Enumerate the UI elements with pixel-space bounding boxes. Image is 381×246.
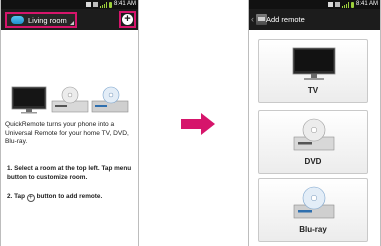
add-remote-screen: 8:41 AM ‹ Add remote TV DVD Blu-ray bbox=[248, 0, 381, 246]
remote-card-label: DVD bbox=[304, 157, 322, 166]
status-time: 8:41 AM bbox=[113, 1, 136, 7]
back-button[interactable]: ‹ bbox=[251, 13, 267, 25]
status-bar: 8:41 AM bbox=[1, 0, 138, 9]
instruction-step-1: 1. Select a room at the top left. Tap me… bbox=[7, 165, 132, 181]
signal-icon bbox=[99, 1, 107, 8]
remote-card-tv[interactable]: TV bbox=[258, 39, 368, 103]
dvd-player-icon bbox=[293, 118, 335, 151]
devices-illustration bbox=[11, 86, 129, 114]
instruction-step-2: 2. Tap + button to add remote. bbox=[7, 193, 135, 202]
add-remote-button[interactable]: + bbox=[119, 11, 136, 28]
room-selector-label: Living room bbox=[28, 15, 67, 25]
room-selector[interactable]: Living room bbox=[5, 12, 77, 28]
tv-icon bbox=[292, 47, 336, 80]
battery-icon bbox=[108, 1, 112, 8]
notification-icon bbox=[85, 2, 91, 7]
notification-icon bbox=[327, 2, 333, 7]
remote-card-dvd[interactable]: DVD bbox=[258, 110, 368, 174]
signal-icon bbox=[341, 1, 349, 8]
blu-ray-player-icon bbox=[91, 86, 129, 113]
remote-card-label: Blu-ray bbox=[299, 225, 327, 234]
blu-ray-player-icon bbox=[293, 186, 335, 219]
battery-icon bbox=[350, 1, 354, 8]
status-time: 8:41 AM bbox=[355, 1, 378, 7]
room-icon bbox=[11, 16, 24, 24]
intro-text: QuickRemote turns your phone into a Univ… bbox=[5, 121, 129, 145]
remote-card-label: TV bbox=[307, 86, 319, 95]
remote-card-blu-ray[interactable]: Blu-ray bbox=[258, 178, 368, 242]
wifi-icon bbox=[334, 2, 340, 7]
status-bar: 8:41 AM bbox=[249, 0, 380, 9]
add-circle-icon: + bbox=[26, 194, 35, 202]
add-circle-icon: + bbox=[122, 14, 133, 25]
dropdown-corner-icon bbox=[69, 21, 74, 25]
step2-prefix: 2. Tap bbox=[7, 193, 25, 200]
quickremote-intro-screen: 8:41 AM Living room + QuickRemote turns … bbox=[0, 0, 139, 246]
page-title: Add remote bbox=[266, 15, 305, 24]
right-arrow-icon bbox=[181, 113, 215, 135]
step2-suffix: button to add remote. bbox=[36, 193, 103, 200]
action-bar: ‹ Add remote bbox=[249, 9, 380, 30]
back-chevron-icon: ‹ bbox=[251, 14, 254, 24]
wifi-icon bbox=[92, 2, 98, 7]
action-bar: Living room + bbox=[1, 9, 138, 30]
dvd-player-icon bbox=[51, 86, 89, 113]
tv-icon bbox=[11, 86, 47, 114]
